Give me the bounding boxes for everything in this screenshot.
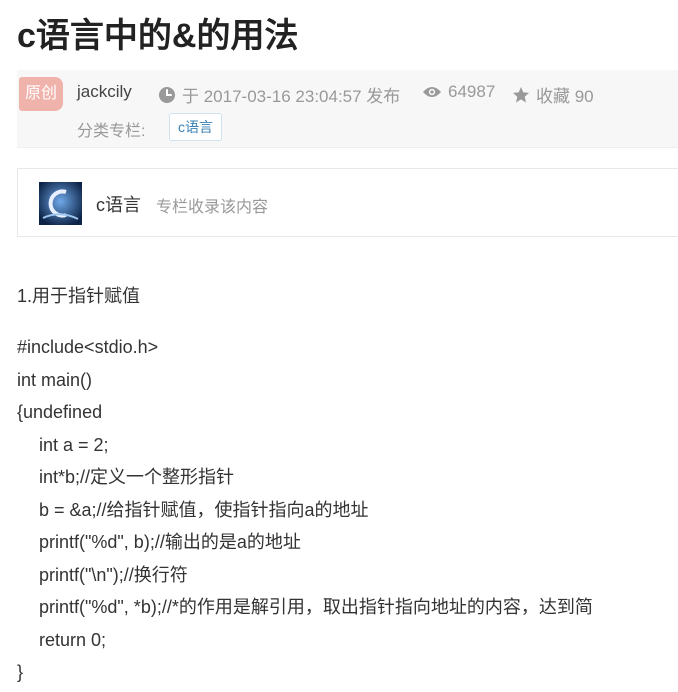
- original-badge: 原创: [19, 77, 63, 111]
- code-line: b = &a;//给指针赋值，使指针指向a的地址: [39, 500, 369, 520]
- column-name[interactable]: c语言: [96, 191, 141, 217]
- code-line: {undefined: [17, 402, 103, 422]
- author-link[interactable]: jackcily: [77, 82, 132, 102]
- code-line: }: [17, 662, 24, 682]
- publish-date: 于 2017-03-16 23:04:57 发布: [158, 82, 400, 107]
- code-line: #include<stdio.h>: [17, 337, 159, 357]
- column-card[interactable]: c语言 专栏收录该内容: [17, 168, 678, 237]
- code-line: printf("%d", b);//输出的是a的地址: [39, 532, 301, 552]
- code-line: int main(): [17, 370, 93, 390]
- section-heading: 1.用于指针赋值: [17, 286, 141, 306]
- code-line: printf("%d", *b);//*的作用是解引用，取出指针指向地址的内容，…: [39, 597, 593, 617]
- view-count-text: 64987: [448, 82, 496, 101]
- article-title: c语言中的&的用法: [17, 17, 299, 55]
- favorite-count-text: 收藏 90: [536, 87, 594, 106]
- publish-date-text: 于 2017-03-16 23:04:57 发布: [182, 87, 401, 106]
- clock-icon: [159, 86, 175, 103]
- code-line: int*b;//定义一个整形指针: [39, 467, 235, 487]
- code-line: int a = 2;: [39, 435, 109, 455]
- star-icon: [513, 86, 529, 102]
- column-thumbnail: [39, 182, 82, 225]
- article-meta: 原创 jackcily 于 2017-03-16 23:04:57 发布 649…: [17, 70, 678, 148]
- view-count: 64987: [422, 82, 495, 102]
- category-tag[interactable]: c语言: [169, 113, 222, 141]
- column-description: 专栏收录该内容: [156, 199, 269, 216]
- code-line: printf("\n");//换行符: [39, 565, 188, 585]
- code-line: return 0;: [39, 630, 107, 650]
- category-label: 分类专栏:: [77, 123, 146, 140]
- favorite-button[interactable]: 收藏 90: [512, 82, 594, 107]
- eye-icon: [423, 87, 441, 97]
